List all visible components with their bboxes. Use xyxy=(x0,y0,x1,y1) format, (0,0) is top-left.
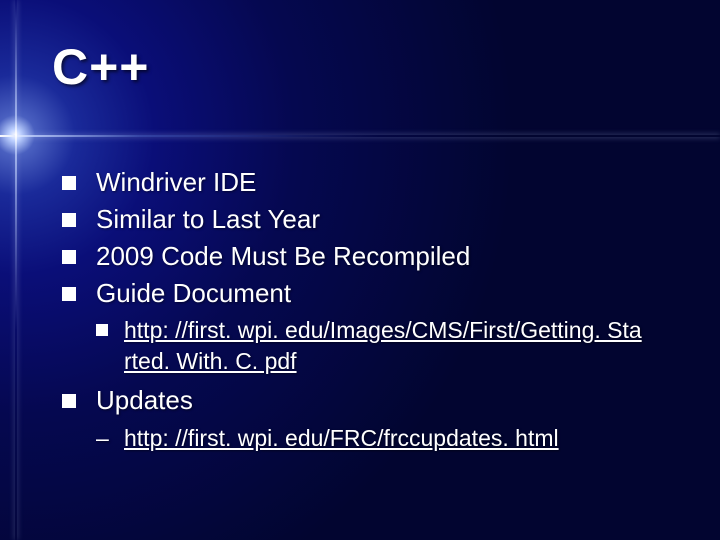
bullet-item: Guide Document http: //first. wpi. edu/I… xyxy=(62,276,680,377)
sub-bullet-list: http: //first. wpi. edu/FRC/frccupdates.… xyxy=(96,423,680,454)
link-text-line2: rted. With. C. pdf xyxy=(124,346,680,377)
bullet-text: Windriver IDE xyxy=(96,167,256,197)
bullet-item: Updates http: //first. wpi. edu/FRC/frcc… xyxy=(62,383,680,453)
sub-bullet-item: http: //first. wpi. edu/Images/CMS/First… xyxy=(96,315,680,377)
slide-title: C++ xyxy=(52,38,150,96)
bullet-item: Windriver IDE xyxy=(62,165,680,200)
link-text: http: //first. wpi. edu/FRC/frccupdates.… xyxy=(124,425,559,451)
bullet-text: Updates xyxy=(96,385,193,415)
bullet-item: Similar to Last Year xyxy=(62,202,680,237)
link-text: http: //first. wpi. edu/Images/CMS/First… xyxy=(124,315,680,346)
lens-flare-horizontal xyxy=(0,135,720,137)
bullet-item: 2009 Code Must Be Recompiled xyxy=(62,239,680,274)
bullet-text: Guide Document xyxy=(96,278,291,308)
bullet-text: Similar to Last Year xyxy=(96,204,320,234)
bullet-list: Windriver IDE Similar to Last Year 2009 … xyxy=(62,165,680,454)
sub-bullet-list: http: //first. wpi. edu/Images/CMS/First… xyxy=(96,315,680,377)
slide: C++ Windriver IDE Similar to Last Year 2… xyxy=(0,0,720,540)
sub-bullet-item: http: //first. wpi. edu/FRC/frccupdates.… xyxy=(96,423,680,454)
link-text-line1: http: //first. wpi. edu/Images/CMS/First… xyxy=(124,317,642,343)
bullet-text: 2009 Code Must Be Recompiled xyxy=(96,241,470,271)
slide-body: Windriver IDE Similar to Last Year 2009 … xyxy=(62,165,680,460)
lens-flare-vertical xyxy=(15,0,17,540)
